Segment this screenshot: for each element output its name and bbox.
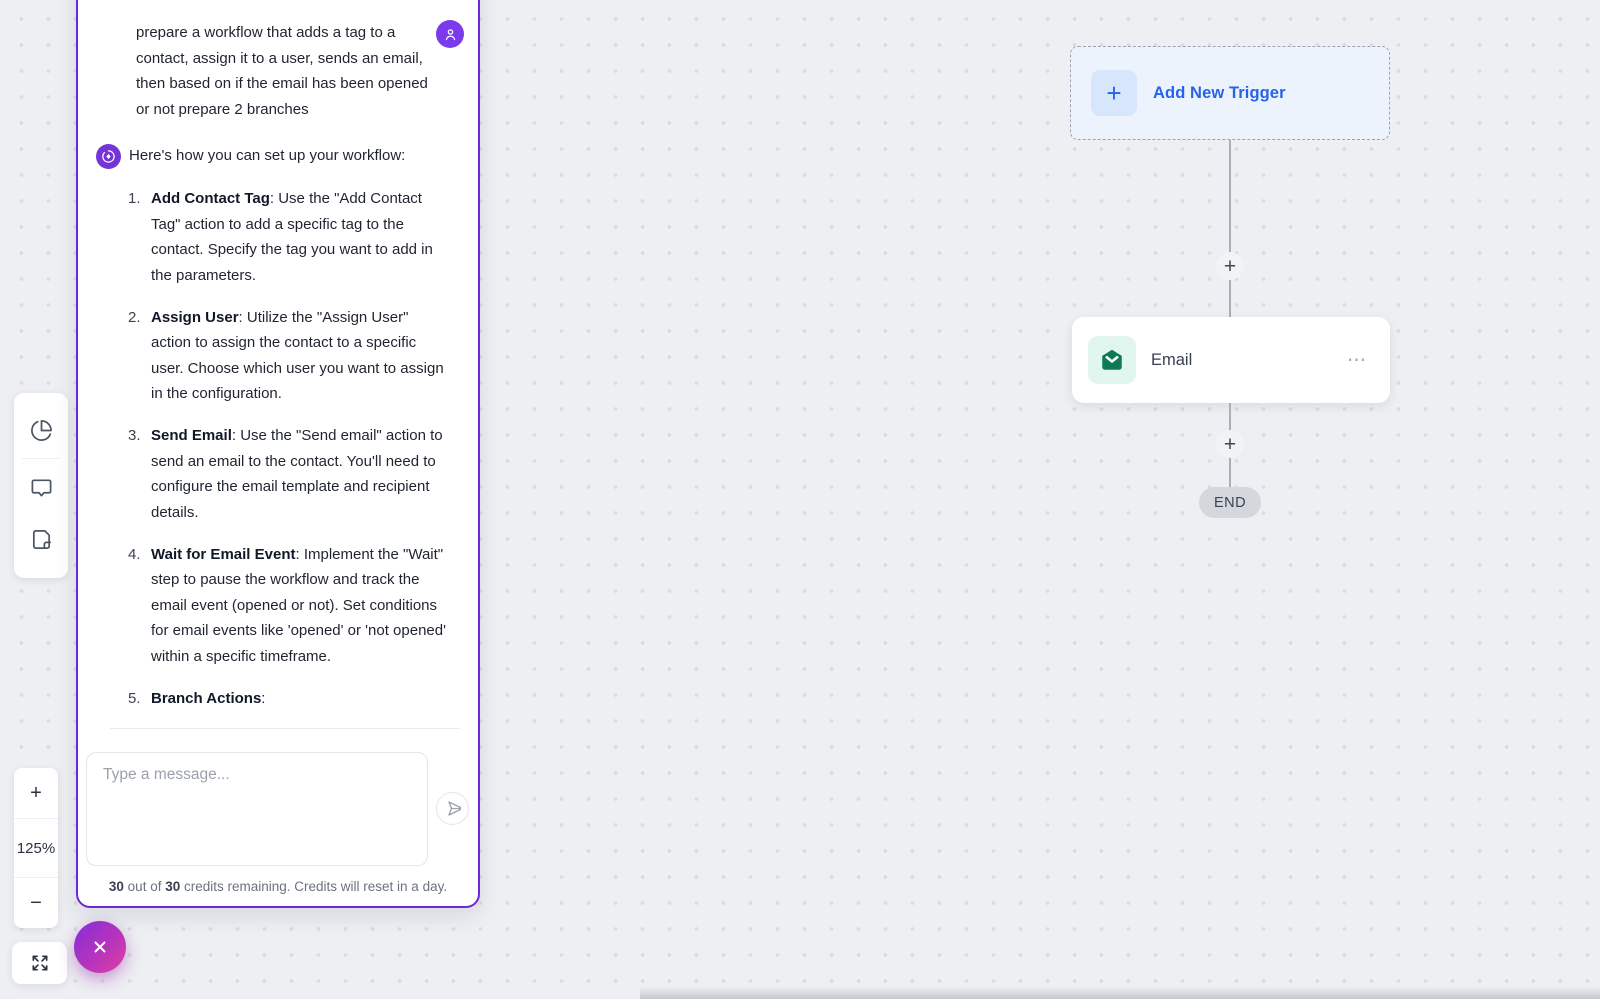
step-text: Branch Actions:	[151, 686, 448, 712]
divider	[110, 728, 460, 729]
ai-assistant-panel: prepare a workflow that adds a tag to a …	[76, 0, 480, 908]
chat-messages: prepare a workflow that adds a tag to a …	[78, 0, 478, 736]
fit-view-button[interactable]	[12, 942, 67, 984]
credits-remaining: 30	[109, 879, 124, 894]
close-icon	[91, 938, 109, 956]
end-node-label: END	[1214, 495, 1246, 511]
zoom-out-button[interactable]: −	[14, 878, 58, 928]
pie-chart-icon	[30, 419, 53, 442]
step-text: Wait for Email Event: Implement the "Wai…	[151, 542, 448, 670]
plus-glyph: +	[1224, 256, 1236, 277]
divider	[22, 458, 60, 459]
credits-status: 30 out of 30 credits remaining. Credits …	[78, 866, 478, 906]
credits-text: out of	[124, 879, 165, 894]
plus-icon: +	[1091, 70, 1137, 116]
user-message: prepare a workflow that adds a tag to a …	[96, 20, 464, 122]
message-input[interactable]	[86, 752, 428, 866]
add-new-trigger-label: Add New Trigger	[1153, 84, 1286, 103]
user-icon	[443, 27, 458, 42]
step-text: Send Email: Use the "Send email" action …	[151, 423, 448, 525]
send-icon	[444, 800, 461, 817]
zoom-in-label: +	[30, 782, 42, 805]
user-avatar	[436, 20, 464, 48]
list-item: 2. Assign User: Utilize the "Assign User…	[128, 305, 464, 407]
step-number: 2.	[128, 305, 151, 407]
step-title: Send Email	[151, 427, 232, 444]
list-item: 3. Send Email: Use the "Send email" acti…	[128, 423, 464, 525]
chat-button[interactable]	[14, 468, 68, 506]
add-step-button[interactable]: +	[1216, 252, 1244, 280]
assistant-message: Here's how you can set up your workflow:	[96, 143, 464, 169]
user-message-text: prepare a workflow that adds a tag to a …	[136, 20, 428, 122]
chat-input-area	[78, 736, 478, 866]
step-text: Add Contact Tag: Use the "Add Contact Ta…	[151, 186, 448, 288]
notes-button[interactable]	[14, 520, 68, 558]
list-item: 4. Wait for Email Event: Implement the "…	[128, 542, 464, 670]
zoom-controls: + 125% −	[14, 768, 58, 928]
assistant-avatar	[96, 144, 121, 169]
connector-line	[1229, 140, 1231, 317]
credits-text: credits remaining. Credits will reset in…	[180, 879, 447, 894]
analytics-button[interactable]	[14, 411, 68, 449]
email-node-label: Email	[1151, 351, 1192, 370]
email-node[interactable]: Email ⋯	[1072, 317, 1390, 403]
expand-icon	[30, 953, 50, 973]
step-text: Assign User: Utilize the "Assign User" a…	[151, 305, 448, 407]
zoom-level-value: 125%	[17, 840, 55, 857]
zoom-level-indicator: 125%	[14, 818, 58, 878]
step-title: Add Contact Tag	[151, 190, 270, 207]
step-number: 3.	[128, 423, 151, 525]
list-item: 5. Branch Actions:	[128, 686, 464, 712]
assistant-intro-text: Here's how you can set up your workflow:	[129, 143, 405, 169]
step-detail: :	[261, 690, 265, 707]
zoom-out-label: −	[30, 892, 42, 915]
step-number: 5.	[128, 686, 151, 712]
step-number: 1.	[128, 186, 151, 288]
end-node: END	[1199, 487, 1261, 518]
tool-rail	[14, 393, 68, 578]
sticky-note-icon	[30, 528, 53, 551]
list-item: 1. Add Contact Tag: Use the "Add Contact…	[128, 186, 464, 288]
step-number: 4.	[128, 542, 151, 670]
credits-total: 30	[165, 879, 180, 894]
workflow-steps-list: 1. Add Contact Tag: Use the "Add Contact…	[128, 186, 464, 711]
add-new-trigger-button[interactable]: + Add New Trigger	[1070, 46, 1390, 140]
email-icon	[1088, 336, 1136, 384]
step-detail: : Implement the "Wait" step to pause the…	[151, 546, 446, 665]
chat-bubble-icon	[30, 476, 53, 499]
assistant-logo-icon	[101, 149, 116, 164]
add-step-button[interactable]: +	[1216, 430, 1244, 458]
plus-glyph: +	[1224, 434, 1236, 455]
close-assistant-button[interactable]	[74, 921, 126, 973]
step-title: Wait for Email Event	[151, 546, 295, 563]
plus-glyph: +	[1106, 78, 1121, 109]
email-node-menu-button[interactable]: ⋯	[1347, 349, 1368, 372]
send-button[interactable]	[436, 792, 469, 825]
step-title: Branch Actions	[151, 690, 261, 707]
zoom-in-button[interactable]: +	[14, 768, 58, 818]
step-title: Assign User	[151, 309, 239, 326]
